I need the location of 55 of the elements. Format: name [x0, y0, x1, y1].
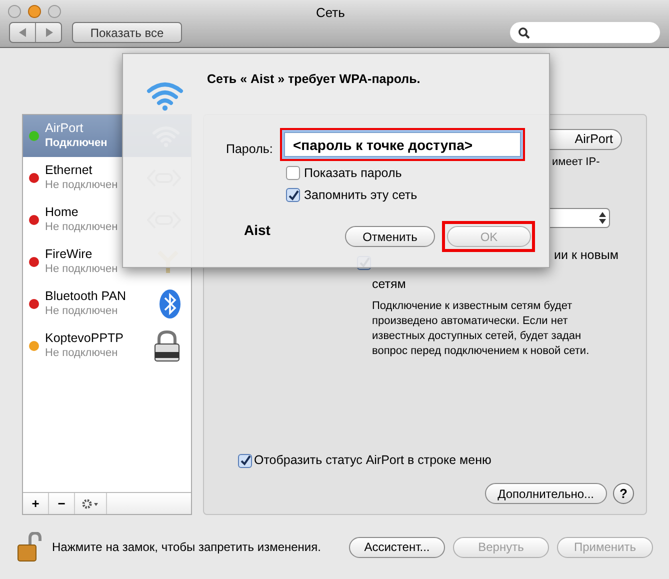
service-name: Home: [45, 205, 80, 220]
stepper-arrows-icon: [599, 212, 606, 224]
service-name: Ethernet: [45, 163, 94, 178]
gear-icon: [82, 498, 100, 508]
list-toolbar-button[interactable]: −: [49, 493, 75, 514]
check-icon: [288, 190, 298, 201]
service-name: KoptevoPPTP: [45, 331, 125, 346]
service-name: AirPort: [45, 121, 84, 136]
back-forward-control[interactable]: [9, 22, 62, 43]
service-status: Не подключен: [45, 346, 119, 361]
password-field[interactable]: <пароль к точке доступа>: [284, 132, 521, 157]
minimize-window-icon[interactable]: [28, 4, 41, 18]
check-icon: [240, 455, 250, 466]
lock-text: Нажмите на замок, чтобы запретить изменения.: [52, 539, 321, 556]
remember-network-label: Запомнить эту сеть: [304, 186, 418, 204]
network-name-select[interactable]: [550, 208, 610, 228]
list-toolbar-button[interactable]: +: [23, 493, 49, 514]
checkbox[interactable]: [238, 454, 252, 468]
checkbox[interactable]: [286, 166, 300, 180]
sheet-title: Сеть « Aist » требует WPA-пароль.: [207, 71, 420, 88]
service-status: Не подключен: [45, 304, 119, 319]
menu-status-label: Отобразить статус AirPort в строке меню: [254, 452, 492, 470]
service-item[interactable]: KoptevoPPTP Не подключен: [23, 325, 191, 367]
search-icon: [518, 26, 530, 38]
cancel-button[interactable]: Отменить: [345, 226, 435, 247]
back-icon[interactable]: [18, 28, 26, 37]
bluetooth-icon: [159, 289, 181, 319]
service-status: Не подключен: [45, 178, 119, 193]
window-title: Сеть: [316, 4, 345, 22]
password-label: Пароль:: [226, 141, 273, 158]
ask-note: Подключение к известным сетям будет произведено автоматически. Если нет известных доступных сетей, будет задан вопрос перед подключением к новой сети.: [372, 299, 590, 359]
ask-new-networks-label: сетям: [372, 276, 407, 293]
service-status: Подключен: [45, 136, 108, 151]
show-password-label: Показать пароль: [304, 165, 402, 182]
turn-off-button[interactable]: AirPort: [550, 129, 622, 150]
service-name: FireWire: [45, 247, 94, 262]
advanced-button[interactable]: Дополнительно...: [484, 483, 607, 504]
padlock-icon: [153, 330, 181, 362]
footer-button[interactable]: Ассистент...: [349, 536, 445, 558]
show-all-button[interactable]: Показать все: [72, 22, 182, 43]
network-name: Aist: [244, 221, 270, 240]
padlock-icon[interactable]: [16, 532, 44, 562]
forward-icon[interactable]: [44, 28, 52, 37]
ask-new-networks-label: ии к новым: [554, 247, 618, 264]
service-status: Не подключен: [45, 220, 119, 235]
status-text: имеет IP-: [552, 155, 601, 169]
service-name: Bluetooth PAN: [45, 289, 128, 304]
wifi-icon: [145, 80, 185, 112]
service-item[interactable]: Bluetooth PAN Не подключен: [23, 283, 191, 325]
checkbox[interactable]: [286, 188, 300, 202]
zoom-window-icon[interactable]: [48, 4, 61, 18]
help-button[interactable]: ?: [613, 483, 634, 504]
close-window-icon[interactable]: [8, 4, 21, 18]
service-status: Не подключен: [45, 262, 119, 277]
search-field[interactable]: [510, 22, 660, 43]
